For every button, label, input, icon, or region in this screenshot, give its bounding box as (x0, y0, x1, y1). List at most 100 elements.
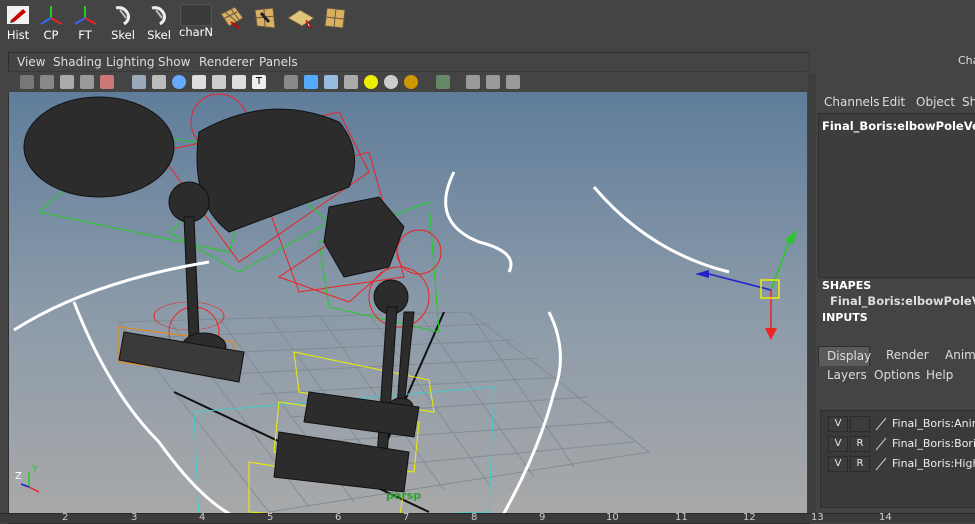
inputs-section-label: INPUTS (822, 311, 868, 324)
tab-render[interactable]: Render (878, 346, 937, 366)
skeleton-icon (151, 6, 166, 26)
select-camera-icon[interactable] (20, 75, 34, 89)
smooth-shade-icon[interactable] (304, 75, 318, 89)
safe-action-icon[interactable] (232, 75, 246, 89)
xray-joints-icon[interactable] (486, 75, 500, 89)
grid-icon[interactable] (132, 75, 146, 89)
menu-shading[interactable]: Shading (53, 55, 102, 69)
channel-box-title: Cha (958, 54, 975, 67)
skeleton-icon (115, 6, 130, 26)
layer-visibility-toggle[interactable]: V (828, 416, 848, 432)
channel-box-header: Cha (810, 44, 975, 74)
panel-toolbar: T (8, 71, 806, 93)
charn-shelf-button[interactable]: charN (179, 4, 213, 40)
default-light-icon[interactable] (364, 75, 378, 89)
menu-layers[interactable]: Layers (827, 368, 867, 382)
uv-shelf-button-2[interactable] (250, 4, 280, 40)
history-icon (7, 6, 29, 24)
ft-shelf-button[interactable]: FT (70, 4, 100, 41)
shape-node-name[interactable]: Final_Boris:elbowPoleVecL (830, 294, 975, 308)
character-icon (180, 4, 212, 26)
view-axis-indicator: Y Z (15, 464, 40, 493)
layer-name[interactable]: Final_Boris:Anim_ (892, 417, 975, 430)
skel-shelf-button[interactable]: Skel (106, 4, 140, 41)
uv-grid-icon (220, 6, 244, 29)
hist-shelf-button[interactable]: Hist (4, 4, 32, 41)
scene-view: Y Z (13, 93, 797, 522)
menu-renderer[interactable]: Renderer (199, 55, 254, 69)
layer-row[interactable]: V R Final_Boris:High_l (822, 456, 975, 474)
menu-help[interactable]: Help (926, 368, 953, 382)
tab-anim[interactable]: Anim (937, 346, 975, 366)
cp-shelf-button[interactable]: CP (36, 4, 66, 41)
time-tick: 11 (675, 512, 688, 523)
shelf: Hist CP FT Skel Skel charN (0, 0, 975, 45)
time-tick: 3 (131, 512, 138, 523)
menu-lighting[interactable]: Lighting (106, 55, 155, 69)
skel-shelf-button-2[interactable]: Skel (142, 4, 176, 41)
axis-y-label: Y (31, 464, 39, 475)
time-tick: 2 (62, 512, 69, 523)
layer-color-icon[interactable] (874, 417, 888, 431)
uv-shelf-button-1[interactable] (216, 4, 246, 40)
shadows-icon[interactable] (404, 75, 418, 89)
image-plane-icon[interactable] (80, 75, 94, 89)
layer-name[interactable]: Final_Boris:Boris_ (892, 437, 975, 450)
uv-grid-icon (324, 7, 346, 29)
uv-grid-icon (254, 7, 276, 29)
time-tick: 5 (267, 512, 274, 523)
time-tick: 4 (199, 512, 206, 523)
layer-color-icon[interactable] (874, 437, 888, 451)
perspective-viewport[interactable]: Y Z (9, 92, 807, 522)
safe-title-icon[interactable]: T (252, 75, 266, 89)
film-gate-icon[interactable] (152, 75, 166, 89)
menu-view[interactable]: View (17, 55, 45, 69)
layer-color-icon[interactable] (874, 457, 888, 471)
axis-z-label: Z (15, 471, 22, 482)
tab-edit[interactable]: Edit (882, 95, 905, 109)
textured-icon[interactable] (344, 75, 358, 89)
two-d-pan-icon[interactable] (100, 75, 114, 89)
selected-object-name[interactable]: Final_Boris:elbowPoleVecLft (822, 119, 975, 133)
tab-object[interactable]: Object (916, 95, 955, 109)
layer-name[interactable]: Final_Boris:High_l (892, 457, 975, 470)
wireframe-on-shaded-icon[interactable] (324, 75, 338, 89)
uv-plane-icon (287, 9, 315, 29)
time-tick: 9 (539, 512, 546, 523)
layer-visibility-toggle[interactable]: V (828, 436, 848, 452)
tab-display[interactable]: Display (818, 346, 871, 366)
menu-options[interactable]: Options (874, 368, 920, 382)
layer-row[interactable]: V Final_Boris:Anim_ (822, 416, 975, 434)
isolate-select-icon[interactable] (436, 75, 450, 89)
bookmark-icon[interactable] (60, 75, 74, 89)
camera-name-label: persp (386, 489, 422, 502)
field-chart-icon[interactable] (212, 75, 226, 89)
axis-ft-icon (74, 6, 97, 25)
resolution-gate-icon[interactable] (172, 75, 186, 89)
tab-channels[interactable]: Channels (824, 95, 880, 109)
tab-show[interactable]: Sh (962, 95, 975, 109)
xray-components-icon[interactable] (506, 75, 520, 89)
all-lights-icon[interactable] (384, 75, 398, 89)
layer-type-toggle[interactable]: R (850, 436, 870, 452)
menu-panels[interactable]: Panels (259, 55, 298, 69)
layer-visibility-toggle[interactable]: V (828, 456, 848, 472)
panel-divider[interactable] (808, 52, 816, 522)
camera-attributes-icon[interactable] (40, 75, 54, 89)
menu-show[interactable]: Show (158, 55, 190, 69)
uv-shelf-button-3[interactable] (286, 4, 316, 40)
wireframe-icon[interactable] (284, 75, 298, 89)
time-tick: 7 (403, 512, 410, 523)
gate-mask-icon[interactable] (192, 75, 206, 89)
time-tick: 13 (811, 512, 824, 523)
time-tick: 14 (879, 512, 892, 523)
shapes-section-label: SHAPES (822, 279, 872, 292)
move-manipulator[interactable] (695, 230, 797, 340)
layer-row[interactable]: V R Final_Boris:Boris_ (822, 436, 975, 454)
time-tick: 8 (471, 512, 478, 523)
layer-type-toggle[interactable]: R (850, 456, 870, 472)
uv-shelf-button-4[interactable] (320, 4, 350, 40)
layer-type-toggle[interactable] (850, 416, 870, 432)
xray-icon[interactable] (466, 75, 480, 89)
channel-box[interactable] (818, 113, 975, 278)
